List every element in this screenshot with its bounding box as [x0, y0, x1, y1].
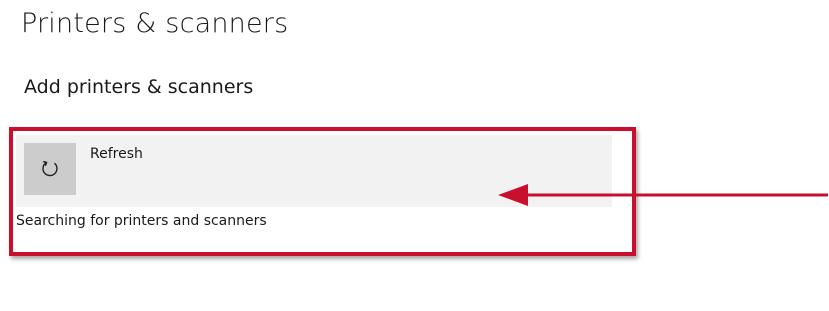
annotation-arrow — [498, 184, 828, 206]
section-title: Add printers & scanners — [24, 76, 254, 98]
page-title: Printers & scanners — [21, 8, 289, 39]
settings-page: Printers & scanners Add printers & scann… — [0, 0, 829, 311]
